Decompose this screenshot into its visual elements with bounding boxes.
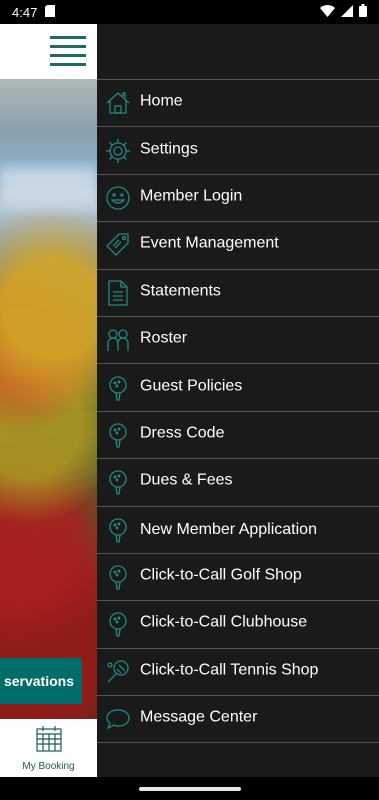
menu-label-call-clubhouse: Click-to-Call Clubhouse [140,614,308,632]
reservations-button-label: servations [3,673,74,689]
people-icon [105,327,131,353]
app-header [0,24,97,79]
menu-item-call-golf-shop[interactable]: Click-to-Call Golf Shop [97,554,379,602]
hero-image [0,79,97,719]
home-icon [105,90,131,116]
menu-item-event-management[interactable]: Event Management [97,222,379,270]
menu-label-new-member-application: New Member Application [140,520,317,538]
menu-item-dues-fees[interactable]: Dues & Fees [97,459,379,507]
my-booking-label: My Booking [22,760,75,772]
menu-item-guest-policies[interactable]: Guest Policies [97,364,379,412]
menu-item-dress-code[interactable]: Dress Code [97,412,379,460]
hamburger-icon[interactable] [50,36,86,66]
golf-ball-icon [105,469,131,495]
menu-label-member-login: Member Login [140,187,243,205]
golf-ball-icon [105,611,131,638]
battery-icon [359,4,367,20]
tag-icon [105,232,131,258]
menu-item-statements[interactable]: Statements [97,270,379,317]
navigation-drawer: Home Settings Member Login Event Managem… [97,24,379,777]
golf-ball-icon [105,517,131,543]
calendar-icon [35,725,63,758]
status-bar: 4:47 [0,0,379,24]
drawer-header [97,24,379,80]
menu-label-roster: Roster [140,329,188,347]
gear-icon [105,138,131,164]
menu-label-call-tennis-shop: Click-to-Call Tennis Shop [140,661,319,679]
menu-item-settings[interactable]: Settings [97,127,379,175]
menu-label-call-golf-shop: Click-to-Call Golf Shop [140,566,302,584]
bottom-nav-my-booking[interactable]: My Booking [0,719,97,777]
signal-icon [341,4,353,20]
menu-label-statements: Statements [140,282,221,300]
menu-label-home: Home [140,92,183,110]
smiley-icon [105,185,131,211]
menu-item-call-tennis-shop[interactable]: Click-to-Call Tennis Shop [97,649,379,697]
reservations-button[interactable]: servations [0,658,82,704]
menu-item-call-clubhouse[interactable]: Click-to-Call Clubhouse [97,601,379,649]
menu-item-member-login[interactable]: Member Login [97,175,379,223]
status-icons [320,4,367,20]
golf-ball-icon [105,422,131,448]
menu-label-settings: Settings [140,140,198,158]
menu-label-dues-fees: Dues & Fees [140,471,233,489]
golf-ball-icon [105,564,131,590]
menu-item-message-center[interactable]: Message Center [97,696,379,744]
menu-label-guest-policies: Guest Policies [140,377,243,395]
golf-ball-icon [105,375,131,401]
home-gesture-handle[interactable] [139,787,241,791]
menu-item-roster[interactable]: Roster [97,317,379,365]
menu-item-home[interactable]: Home [97,80,379,128]
sd-card-icon [45,4,56,20]
system-gesture-bar [0,777,379,800]
status-time: 4:47 [12,4,38,20]
document-icon [105,280,131,306]
menu-item-new-member-application[interactable]: New Member Application [97,507,379,554]
wifi-icon [320,4,335,20]
menu-label-event-management: Event Management [140,234,279,252]
tennis-racket-icon [105,659,131,685]
menu-label-dress-code: Dress Code [140,424,225,442]
menu-label-message-center: Message Center [140,708,258,726]
chat-bubble-icon [105,706,131,732]
